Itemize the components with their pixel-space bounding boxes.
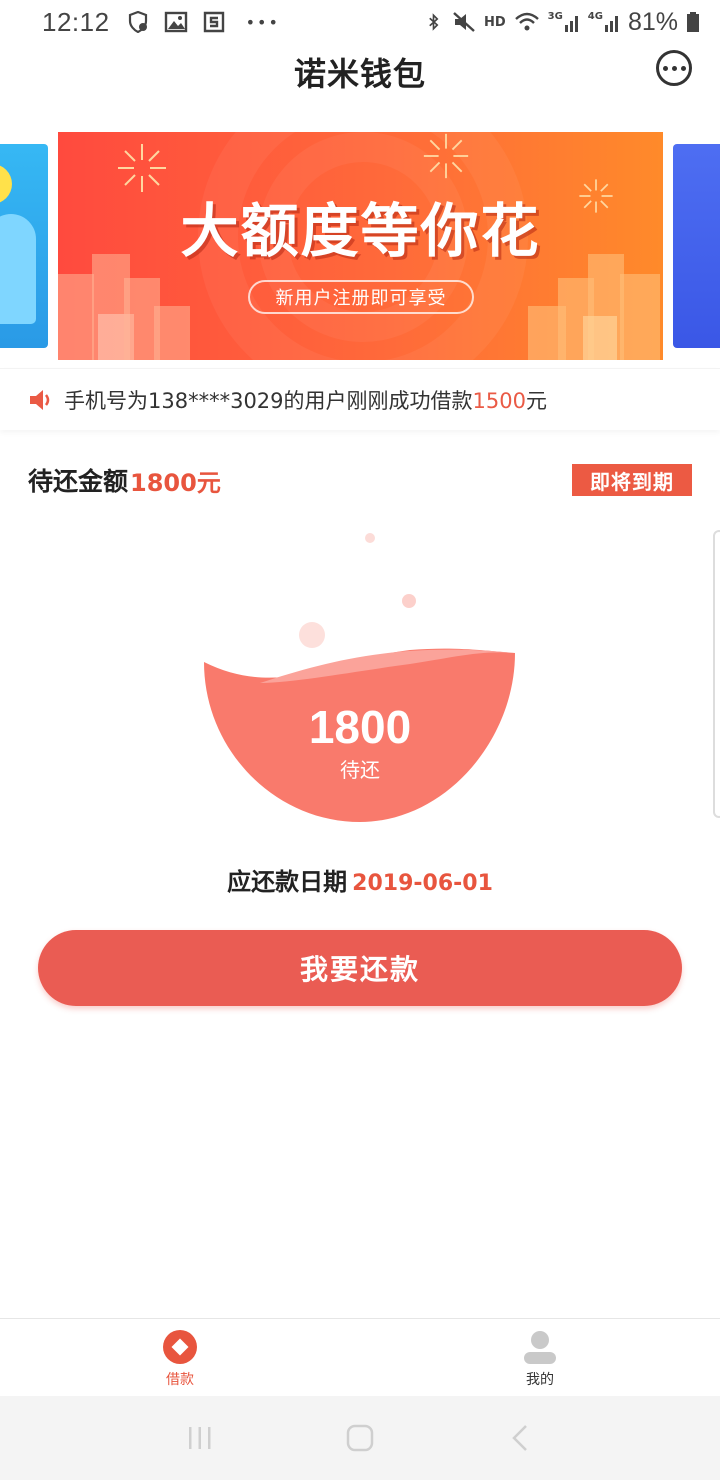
back-button[interactable] [500,1418,540,1458]
bowl-graphic [204,533,515,822]
tab-borrow[interactable]: 借款 [0,1319,360,1396]
speaker-icon [30,389,50,410]
bowl-caption: 待还 [340,758,380,782]
bowl-amount: 1800 [308,701,412,753]
pending-amount-value: 1800元 [130,468,221,497]
announcement-text: 手机号为138****3029的用户刚刚成功借款1500元 [64,385,547,415]
wifi-icon [514,12,539,31]
notification-shield-icon [128,11,147,33]
tab-mine[interactable]: 我的 [360,1319,720,1396]
app-s-icon [203,11,224,33]
banner-current-slide[interactable]: 大额度等你花 新用户注册即可享受 [58,132,663,360]
status-system-icons: HD 3G 4G 81% [426,8,700,37]
bluetooth-icon [429,13,439,31]
page-title: 诺米钱包 [293,55,426,93]
banner-next-slide[interactable] [673,144,720,348]
mute-icon [453,12,475,32]
battery-icon [687,12,699,32]
building-decoration [58,274,94,360]
building-decoration [583,316,617,360]
due-date-label: 应还款日期 [227,868,348,896]
more-dots-icon: ••• [245,12,280,32]
home-icon [346,1424,374,1452]
borrow-icon [163,1330,197,1364]
more-dot-icon [680,65,686,71]
signal-3g-label: 3G [547,11,563,22]
banner-carousel[interactable]: 大额度等你花 新用户注册即可享受 [0,130,720,362]
banner-prev-slide[interactable] [0,144,48,348]
banner-subtitle: 新用户注册即可享受 [248,280,474,314]
bottom-tab-bar: 借款 我的 [0,1318,720,1396]
announcement-bar: 手机号为138****3029的用户刚刚成功借款1500元 [0,368,720,430]
status-badge: 即将到期 [572,464,692,496]
tab-label: 借款 [166,1372,194,1388]
status-bar: 12:12 ••• HD 3G 4G 81% [0,0,720,44]
building-decoration [154,306,190,360]
announcement-amount: 1500 [472,388,526,413]
firework-icon [423,133,469,179]
back-icon [512,1425,527,1451]
side-scroll-handle[interactable] [713,530,720,818]
due-date-row: 应还款日期 2019-06-01 [0,862,720,897]
pending-amount-label: 待还金额 [28,467,129,496]
repayment-summary: 待还金额 1800元 即将到期 [28,460,692,500]
due-date-value: 2019-06-01 [352,871,493,896]
app-header: 诺米钱包 [0,44,720,100]
system-nav-bar [0,1396,720,1480]
signal-4g-label: 4G [587,11,603,22]
banner-title: 大额度等你花 [180,197,541,265]
announcement-suffix: 元 [525,388,547,413]
signal-3g-icon: 3G [548,11,580,33]
recent-apps-button[interactable] [180,1418,220,1458]
home-button[interactable] [340,1418,380,1458]
more-dot-icon [671,65,677,71]
sun-decoration [0,164,12,204]
amount-bowl: 1800 待还 [180,520,540,840]
building-decoration [620,274,660,360]
hd-icon: HD [483,14,506,30]
status-notification-icons: ••• [126,11,280,33]
status-time: 12:12 [42,6,110,37]
repay-button[interactable]: 我要还款 [38,930,682,1006]
illustration-decoration [0,214,36,324]
tab-label: 我的 [526,1372,554,1388]
more-options-button[interactable] [656,50,692,86]
signal-bars-icon [604,16,618,32]
announcement-prefix: 手机号为138****3029的用户刚刚成功借款 [64,388,473,413]
user-icon [524,1331,556,1364]
more-dot-icon [662,65,668,71]
battery-percent: 81% [627,7,678,36]
signal-bars-icon [564,16,578,32]
signal-4g-icon: 4G [588,11,620,33]
gallery-icon [164,11,187,33]
recent-apps-icon [189,1427,211,1449]
